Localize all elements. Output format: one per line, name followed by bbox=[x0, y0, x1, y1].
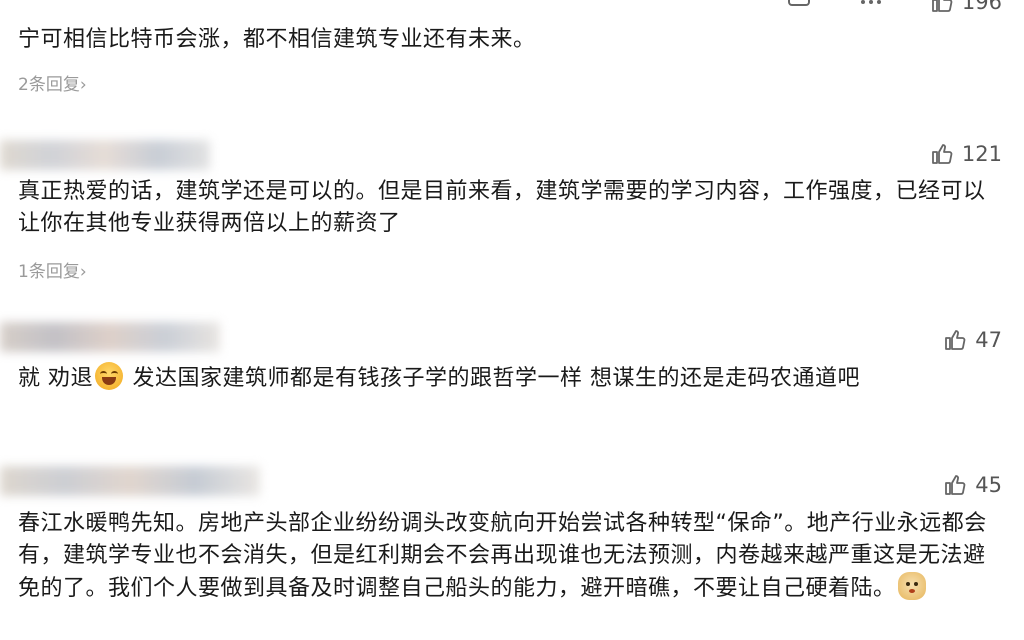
thumbs-up-icon bbox=[945, 475, 966, 495]
like-count: 45 bbox=[975, 473, 1002, 497]
laugh-emoji-icon bbox=[95, 362, 123, 390]
chevron-right-icon: › bbox=[79, 262, 87, 282]
thumbs-up-icon bbox=[932, 144, 953, 164]
like-count: 47 bbox=[975, 328, 1002, 352]
top-action-row: 196 bbox=[786, 0, 1002, 17]
comment-feed: 196 宁可相信比特币会涨，都不相信建筑专业还有未来。 2条回复› 121 真正… bbox=[0, 0, 1024, 640]
comment-text: 就 劝退 发达国家建筑师都是有钱孩子学的跟哲学一样 想谋生的还是走码农通道吧 bbox=[18, 362, 1004, 395]
comment-icon[interactable] bbox=[786, 0, 812, 17]
reply-count-link[interactable]: 1条回复› bbox=[18, 257, 87, 282]
chevron-right-icon: › bbox=[79, 75, 87, 95]
more-icon[interactable] bbox=[858, 0, 884, 17]
dog-emoji-icon bbox=[897, 572, 926, 600]
like-count: 196 bbox=[961, 0, 1002, 14]
avatar[interactable] bbox=[0, 322, 220, 352]
avatar[interactable] bbox=[0, 466, 260, 496]
like-button[interactable]: 121 bbox=[930, 142, 1002, 166]
avatar[interactable] bbox=[0, 140, 210, 170]
thumbs-up-icon bbox=[945, 330, 966, 350]
comment-text: 春江水暖鸭先知。房地产头部企业纷纷调头改变航向开始尝试各种转型“保命”。地产行业… bbox=[18, 511, 987, 601]
comment-text: 宁可相信比特币会涨，都不相信建筑专业还有未来。 bbox=[18, 27, 536, 52]
like-button[interactable]: 196 bbox=[930, 0, 1002, 14]
reply-count-link[interactable]: 2条回复› bbox=[18, 70, 87, 95]
comment-text: 真正热爱的话，建筑学还是可以的。但是目前来看，建筑学需要的学习内容，工作强度，已… bbox=[18, 179, 986, 236]
thumbs-up-icon bbox=[932, 0, 953, 12]
like-button[interactable]: 45 bbox=[943, 473, 1002, 497]
like-button[interactable]: 47 bbox=[943, 328, 1002, 352]
like-count: 121 bbox=[961, 142, 1002, 166]
